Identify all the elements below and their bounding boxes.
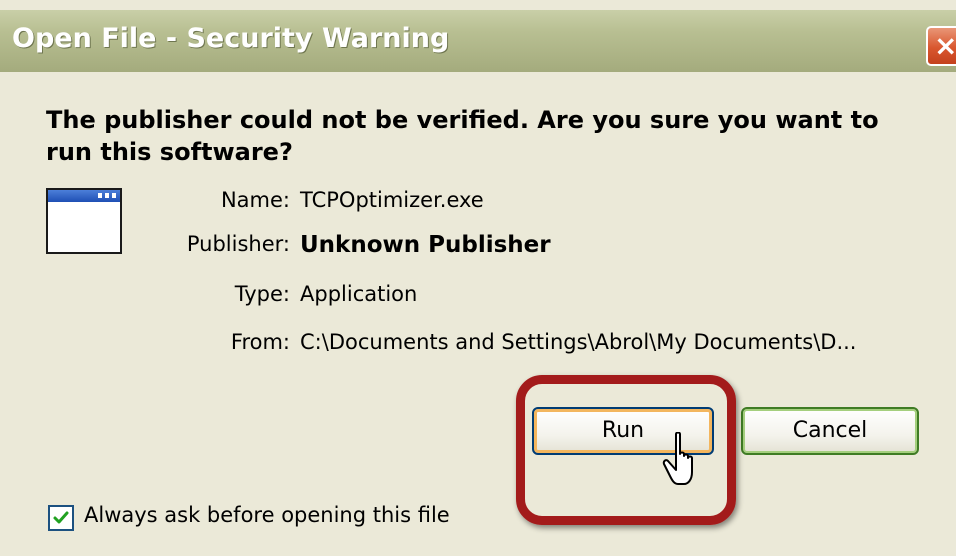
always-ask-checkbox[interactable] xyxy=(48,505,74,531)
from-label: From: xyxy=(230,330,290,354)
run-highlight-annotation xyxy=(516,375,736,525)
close-icon: × xyxy=(934,29,956,62)
type-label: Type: xyxy=(234,282,290,306)
window-title: Open File - Security Warning xyxy=(12,23,450,54)
security-warning-dialog: Open File - Security Warning × The publi… xyxy=(0,0,956,556)
always-ask-label[interactable]: Always ask before opening this file xyxy=(84,503,450,527)
close-button[interactable]: × xyxy=(926,26,956,66)
mouse-pointer-icon xyxy=(662,432,693,485)
publisher-label: Publisher: xyxy=(186,232,290,256)
warning-heading: The publisher could not be verified. Are… xyxy=(46,106,879,166)
title-bar[interactable]: Open File - Security Warning × xyxy=(0,10,956,72)
from-value: C:\Documents and Settings\Abrol\My Docum… xyxy=(300,330,857,354)
type-value: Application xyxy=(300,282,418,306)
publisher-value: Unknown Publisher xyxy=(300,232,551,258)
name-value: TCPOptimizer.exe xyxy=(300,188,484,212)
cancel-button[interactable]: Cancel xyxy=(741,407,919,455)
name-label: Name: xyxy=(220,188,290,212)
checkmark-icon xyxy=(53,511,69,524)
